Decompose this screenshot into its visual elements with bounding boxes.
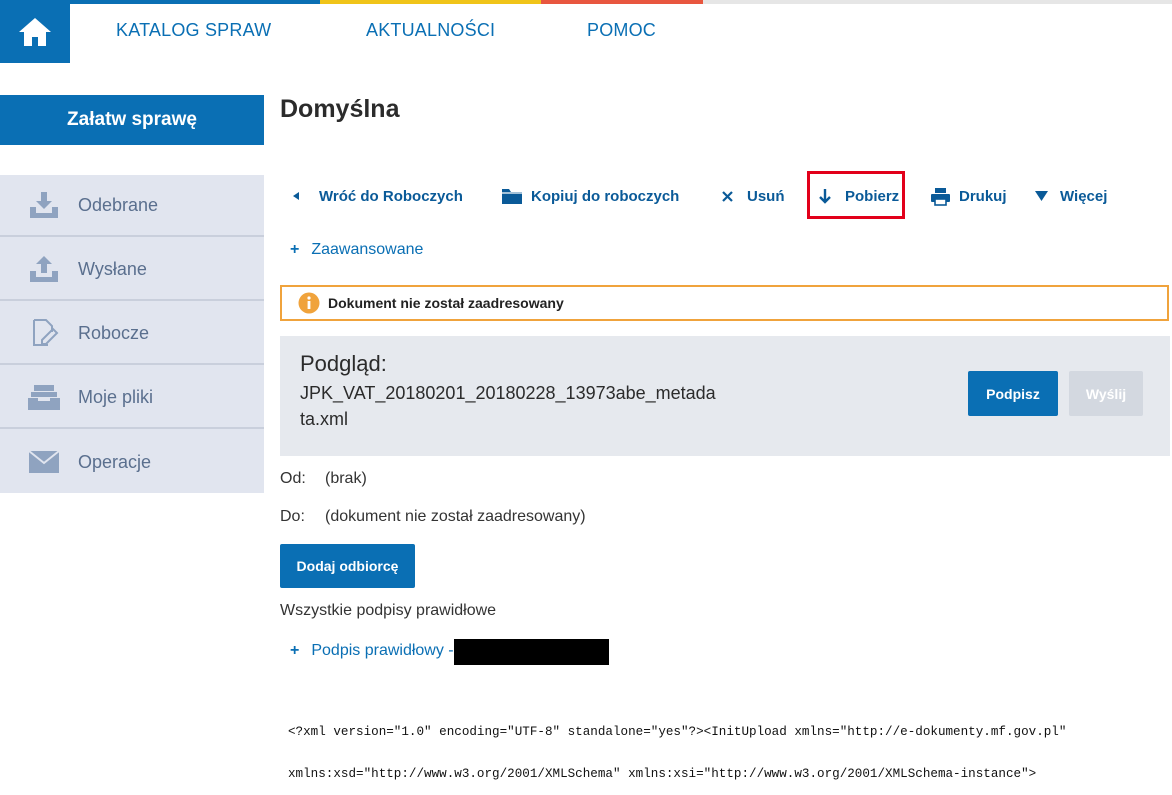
settle-matter-button[interactable]: Załatw sprawę: [0, 95, 264, 145]
print-button[interactable]: Drukuj: [930, 184, 1007, 208]
more-button[interactable]: Więcej: [1034, 184, 1107, 208]
top-stripe-blue: [70, 0, 320, 4]
signature-label: Podpis prawidłowy -: [311, 642, 454, 659]
delete-button[interactable]: Usuń: [722, 184, 785, 208]
plus-icon: +: [290, 241, 300, 258]
sidebar-item-label: Wysłane: [78, 258, 147, 279]
caret-left-icon: [292, 191, 300, 201]
sidebar-item-operacje[interactable]: Operacje: [0, 431, 264, 493]
preview-panel: Podgląd: JPK_VAT_20180201_20180228_13973…: [280, 336, 1170, 456]
sidebar-item-label: Robocze: [78, 322, 150, 343]
download-label: Pobierz: [845, 187, 900, 205]
signatures-summary: Wszystkie podpisy prawidłowe: [280, 602, 497, 619]
sidebar-item-label: Odebrane: [78, 194, 159, 215]
inbox-download-icon: [24, 191, 64, 219]
sidebar-item-moje-pliki[interactable]: Moje pliki: [0, 367, 264, 429]
xml-line: <?xml version="1.0" encoding="UTF-8" sta…: [288, 725, 1067, 739]
delete-label: Usuń: [747, 187, 785, 205]
file-tray-icon: [24, 383, 64, 411]
plus-icon: +: [290, 642, 300, 659]
arrow-down-icon: [819, 188, 831, 204]
preview-filename: JPK_VAT_20180201_20180228_13973abe_metad…: [300, 383, 716, 429]
to-value: (dokument nie został zaadresowany): [325, 508, 586, 525]
warning-text: Dokument nie został zaadresowany: [328, 295, 564, 311]
redacted-block: [454, 639, 609, 665]
nav-aktualnosci[interactable]: AKTUALNOŚCI: [366, 20, 495, 41]
print-label: Drukuj: [959, 187, 1007, 205]
nav-pomoc[interactable]: POMOC: [587, 20, 656, 41]
house-icon: [19, 17, 51, 46]
close-icon: [722, 190, 733, 202]
more-label: Więcej: [1060, 187, 1108, 205]
add-recipient-button[interactable]: Dodaj odbiorcę: [280, 544, 415, 588]
sidebar-item-robocze[interactable]: Robocze: [0, 303, 264, 365]
sign-button[interactable]: Podpisz: [968, 371, 1058, 416]
sidebar-item-label: Moje pliki: [78, 386, 154, 407]
folder-icon: [501, 187, 523, 205]
to-label: Do:: [280, 508, 305, 525]
send-button: Wyślij: [1069, 371, 1143, 416]
warning-banner: Dokument nie został zaadresowany: [280, 285, 1169, 321]
advanced-toggle[interactable]: + Zaawansowane: [290, 241, 423, 259]
back-to-drafts-button[interactable]: Wróć do Roboczych: [292, 184, 463, 208]
top-stripe-red: [541, 0, 703, 4]
sidebar: Odebrane Wysłane Robocze Moje pliki Oper…: [0, 175, 264, 493]
triangle-down-icon: [1034, 190, 1049, 202]
nav-katalog-spraw[interactable]: KATALOG SPRAW: [116, 20, 271, 41]
edit-document-icon: [24, 318, 64, 348]
copy-to-drafts-button[interactable]: Kopiuj do roboczych: [501, 184, 679, 208]
info-icon: [298, 292, 320, 314]
copy-to-drafts-label: Kopiuj do roboczych: [531, 187, 680, 205]
upload-icon: [24, 255, 64, 283]
xml-line: xmlns:xsd="http://www.w3.org/2001/XMLSch…: [288, 767, 1037, 781]
sidebar-item-odebrane[interactable]: Odebrane: [0, 175, 264, 237]
signature-toggle[interactable]: + Podpis prawidłowy -: [290, 642, 454, 660]
download-button[interactable]: Pobierz: [819, 184, 899, 208]
top-stripe-yellow: [320, 0, 541, 4]
advanced-label: Zaawansowane: [311, 241, 424, 258]
sidebar-item-wyslane[interactable]: Wysłane: [0, 239, 264, 301]
sidebar-item-label: Operacje: [78, 451, 152, 472]
envelope-icon: [24, 450, 64, 474]
from-value: (brak): [325, 470, 367, 487]
printer-icon: [930, 187, 951, 206]
back-to-drafts-label: Wróć do Roboczych: [319, 187, 463, 205]
top-stripe-grey: [703, 0, 1172, 4]
home-button[interactable]: [0, 0, 70, 63]
xml-preview: <?xml version="1.0" encoding="UTF-8" sta…: [288, 697, 1066, 795]
page-title: Domyślna: [280, 95, 400, 123]
from-label: Od:: [280, 470, 306, 487]
preview-heading: Podgląd:: [300, 351, 387, 376]
